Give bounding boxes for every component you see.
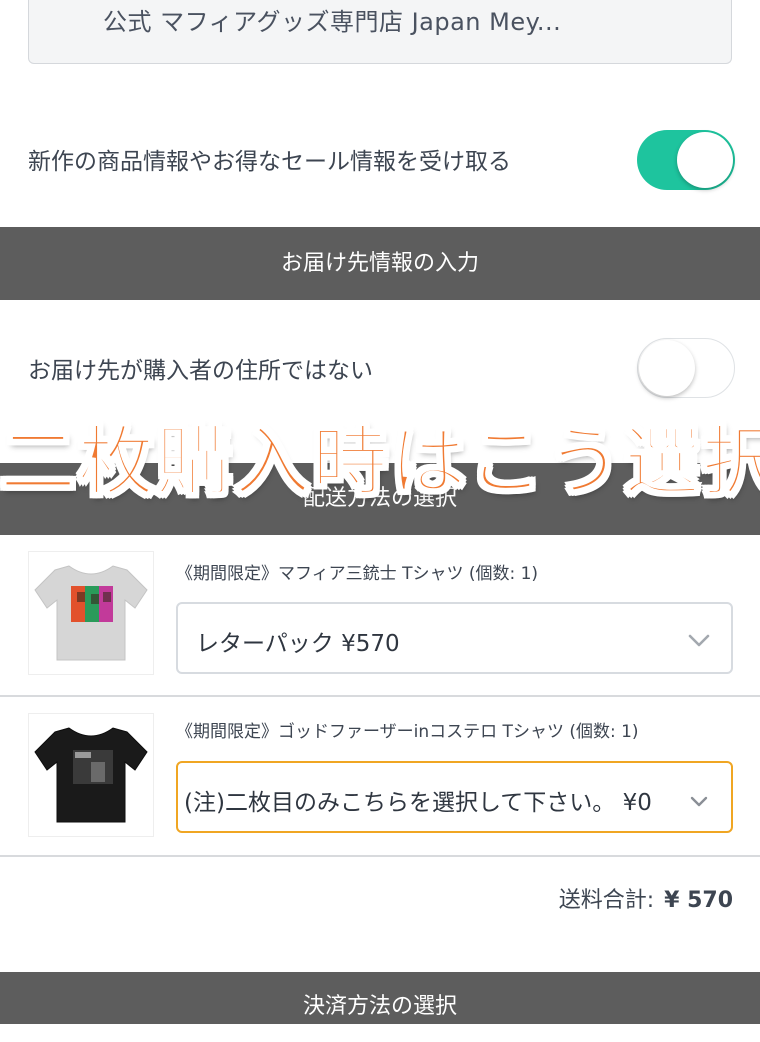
chevron-down-icon — [688, 634, 710, 647]
shipping-total-amount: ¥ 570 — [664, 888, 733, 913]
product-thumbnail — [28, 713, 154, 837]
shipping-method-select[interactable]: レターパック ¥570 — [176, 602, 733, 674]
recipient-different-label: お届け先が購入者の住所ではない — [28, 358, 373, 384]
section-header-payment-method: 決済方法の選択 — [0, 972, 760, 1024]
newsletter-label: 新作の商品情報やお得なセール情報を受け取る — [28, 149, 511, 175]
item-title: 《期間限定》マフィア三銃士 Tシャツ (個数: 1) — [176, 564, 539, 584]
shipping-method-select[interactable]: (注)二枚目のみこちらを選択して下さい。 ¥0 — [176, 761, 733, 833]
toggle-knob — [639, 340, 695, 396]
section-header-delivery-info: お届け先情報の入力 — [0, 227, 760, 300]
item-title: 《期間限定》ゴッドファーザーinコステロ Tシャツ (個数: 1) — [176, 722, 639, 742]
chevron-down-icon — [690, 796, 708, 807]
product-thumbnail — [28, 551, 154, 675]
cart-item-row: 《期間限定》マフィア三銃士 Tシャツ (個数: 1) レターパック ¥570 — [0, 535, 760, 697]
recipient-different-toggle[interactable] — [637, 338, 735, 398]
overlay-caption: 二枚購入時はこう選択 — [0, 416, 760, 507]
selected-shipping-option: (注)二枚目のみこちらを選択して下さい。 ¥0 — [184, 790, 652, 816]
toggle-knob — [677, 132, 733, 188]
selected-shipping-option: レターパック ¥570 — [196, 631, 400, 657]
cart-item-row: 《期間限定》ゴッドファーザーinコステロ Tシャツ (個数: 1) (注)二枚目… — [0, 697, 760, 857]
shop-name: 公式 マフィアグッズ専門店 Japan Mey... — [103, 8, 562, 36]
newsletter-toggle[interactable] — [637, 130, 735, 190]
shipping-total-label: 送料合計: — [558, 888, 655, 913]
shipping-total: 送料合計: ¥ 570 — [559, 882, 733, 914]
shop-name-field[interactable]: 公式 マフィアグッズ専門店 Japan Mey... — [28, 0, 732, 64]
